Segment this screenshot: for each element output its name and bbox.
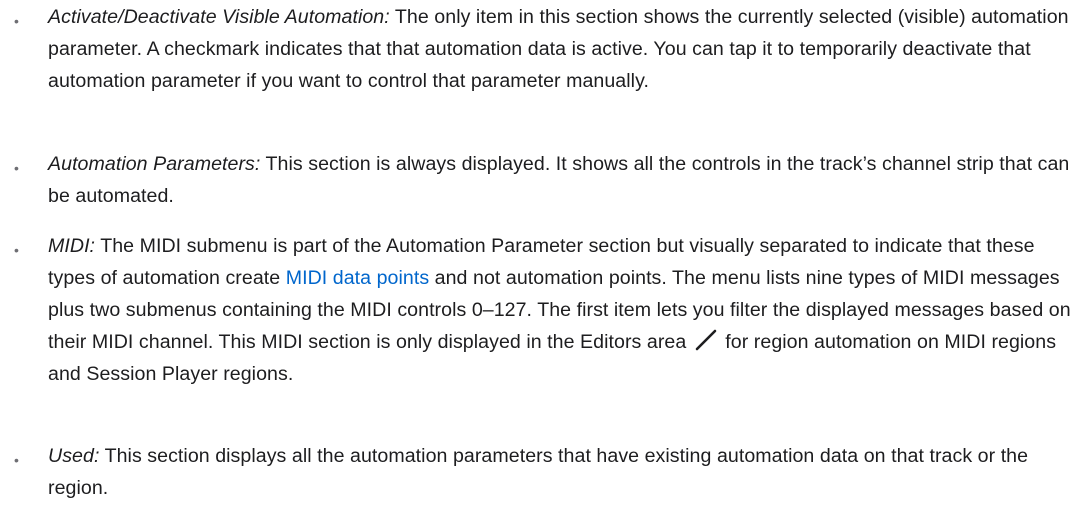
item-description: This section displays all the automation… [48,445,1029,499]
bullet-dot: • [14,452,19,468]
list-item-text: MIDI: The MIDI submenu is part of the Au… [48,230,1073,390]
document-page: • Activate/Deactivate Visible Automation… [0,0,1089,525]
midi-data-points-link[interactable]: MIDI data points [286,267,429,289]
list-item-text: Automation Parameters: This section is a… [48,148,1073,212]
pencil-icon [692,329,720,351]
term-label: Activate/Deactivate Visible Automation: [48,6,390,28]
term-label: Automation Parameters: [48,153,261,175]
bullet-dot: • [14,242,19,258]
term-label: MIDI: [48,235,96,257]
list-item-text: Activate/Deactivate Visible Automation: … [48,1,1073,97]
bullet-dot: • [14,13,19,29]
term-label: Used: [48,445,100,467]
list-item-text: Used: This section displays all the auto… [48,440,1073,504]
bullet-dot: • [14,160,19,176]
